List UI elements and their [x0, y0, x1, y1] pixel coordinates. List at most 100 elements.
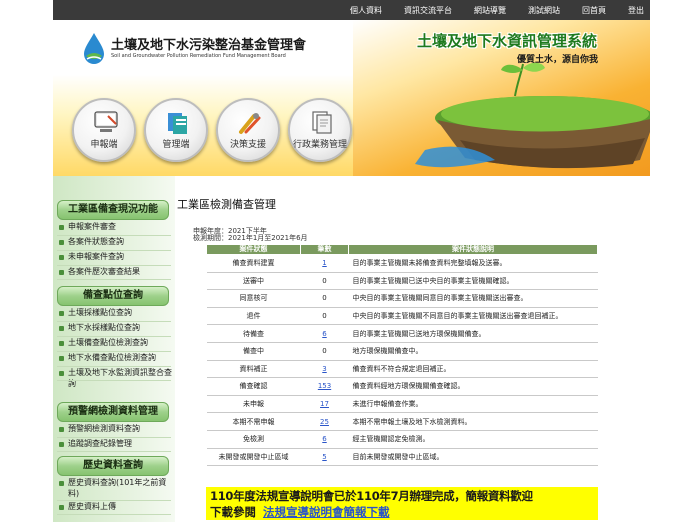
sidebar-item-label: 預警網檢測資料查詢 [68, 424, 140, 433]
sidebar-item[interactable]: 地下水採樣點位查詢 [59, 323, 175, 334]
sidebar-item-label: 歷史資料查詢(101年之前資料) [68, 478, 167, 498]
sidebar-section-header: 預警網檢測資料管理 [57, 402, 169, 422]
table-row: 備查中 0 地方環保機關備查中。 [206, 342, 598, 361]
administrative-management-button[interactable]: 行政業務管理 [288, 98, 352, 162]
inspection-period: 檢測期間：2021年1月至2021年6月 [193, 234, 308, 242]
top-nav-link[interactable]: 登出 [628, 5, 644, 16]
bullet-icon [59, 370, 64, 376]
logo-drop-icon [84, 33, 104, 64]
table-row: 備查資料建置 1 目的事業主管機關未將備查資料完整填報及送審。 [206, 254, 598, 273]
sidebar-item-label: 土壤及地下水監測資訊整合查詢 [68, 368, 172, 388]
sidebar-item[interactable]: 未申報案件查詢 [59, 252, 175, 263]
sidebar-item[interactable]: 土壤採樣點位查詢 [59, 308, 175, 319]
description-cell: 地方環保機關備查中。 [348, 342, 598, 361]
sidebar-item-label: 未申報案件查詢 [68, 252, 124, 261]
table-row: 免檢測 6 經主管機關認定免檢測。 [206, 430, 598, 449]
sidebar-item[interactable]: 土壤及地下水監測資訊整合查詢 [59, 368, 175, 389]
count-cell: 6 [300, 430, 349, 449]
description-cell: 目的事業主管機關已送中央目的事業主管機關確認。 [348, 272, 598, 291]
sidebar-divider [57, 437, 171, 438]
bullet-icon [59, 239, 64, 245]
status-cell: 免檢測 [206, 430, 301, 449]
sidebar-item[interactable]: 各案件狀態查詢 [59, 237, 175, 248]
system-slogan: 優質土水，源自你我 [517, 55, 599, 65]
description-cell: 目的事業主管機關已送地方環保機關備查。 [348, 324, 598, 343]
count-cell: 0 [300, 289, 349, 308]
table-header-row: 案件狀態 筆數 案件狀態說明 [206, 244, 598, 255]
management-end-label: 管理端 [162, 140, 190, 150]
status-cell: 資料補正 [206, 360, 301, 379]
count-link[interactable]: 17 [320, 400, 329, 408]
header-banner: 土壤及地下水污染整治基金管理會 Soil and Groundwater Pol… [53, 20, 650, 176]
briefing-download-link[interactable]: 法規宣導說明會簡報下載 [263, 505, 390, 519]
count-link[interactable]: 6 [322, 330, 326, 338]
top-nav-link[interactable]: 資訊交流平台 [404, 5, 452, 16]
count-cell: 1 [300, 254, 349, 273]
status-cell: 同意核可 [206, 289, 301, 308]
bullet-icon [59, 480, 64, 486]
count-link[interactable]: 25 [320, 418, 329, 426]
sidebar-item-label: 土壤備查點位檢測查詢 [68, 338, 148, 347]
case-status-table: 案件狀態 筆數 案件狀態說明 備查資料建置 1 目的事業主管機關未將備查資料完整填報… [206, 244, 598, 467]
count-cell: 17 [300, 395, 349, 414]
sidebar-section-header: 工業區備查現況功能 [57, 200, 169, 220]
sidebar-item-label: 追蹤調查紀錄管理 [68, 439, 132, 448]
sidebar-item[interactable]: 土壤備查點位檢測查詢 [59, 338, 175, 349]
count-cell: 153 [300, 377, 349, 396]
count-link[interactable]: 5 [322, 453, 326, 461]
description-cell: 未進行申報備查作業。 [348, 395, 598, 414]
sidebar-item[interactable]: 歷史資料查詢(101年之前資料) [59, 478, 175, 499]
header-count: 筆數 [300, 244, 349, 255]
sidebar-divider [57, 279, 171, 280]
declaration-end-button[interactable]: 申報端 [72, 98, 136, 162]
table-row: 資料補正 3 備查資料不符合規定退回補正。 [206, 360, 598, 379]
table-row: 待備查 6 目的事業主管機關已送地方環保機關備查。 [206, 324, 598, 343]
bullet-icon [59, 441, 64, 447]
table-row: 備查確認 153 備查資料經地方環保機關備查確認。 [206, 377, 598, 396]
sidebar: 工業區備查現況功能申報案件審查 各案件狀態查詢 未申報案件查詢各案件歷次審查結果備查… [53, 176, 175, 522]
sidebar-item[interactable]: 地下水備查點位檢測查詢 [59, 353, 175, 364]
top-nav-link[interactable]: 回首頁 [582, 5, 606, 16]
table-row: 同意核可 0 中央目的事業主管機關同意目的事業主管機關送出審查。 [206, 289, 598, 308]
announcement-prefix: 下載參閱 [210, 505, 256, 519]
top-nav-link[interactable]: 個人資料 [350, 5, 382, 16]
announcement-line1: 110年度法規宣導說明會已於110年7月辦理完成，簡報資料歡迎 [210, 489, 533, 503]
org-name-en: Soil and Groundwater Pollution Remediati… [111, 53, 286, 59]
sidebar-item-label: 申報案件審查 [68, 222, 116, 231]
top-nav-link[interactable]: 測試網站 [528, 5, 560, 16]
sidebar-divider [57, 380, 171, 381]
top-nav-link[interactable]: 網站導覽 [474, 5, 506, 16]
sidebar-item[interactable]: 歷史資料上傳 [59, 502, 175, 513]
sidebar-divider [57, 514, 171, 515]
sidebar-item-label: 各案件狀態查詢 [68, 237, 124, 246]
sidebar-divider [57, 265, 171, 266]
description-cell: 目前未開發或開發中止區域。 [348, 448, 598, 467]
decision-support-label: 決策支援 [229, 140, 266, 150]
count-link[interactable]: 1 [322, 259, 326, 267]
decision-support-button[interactable]: 決策支援 [216, 98, 280, 162]
sidebar-item[interactable]: 預警網檢測資料查詢 [59, 424, 175, 435]
sidebar-item[interactable]: 申報案件審查 [59, 222, 175, 233]
status-cell: 送審中 [206, 272, 301, 291]
page-title: 工業區檢測備查管理 [177, 198, 276, 211]
count-link[interactable]: 6 [322, 435, 326, 443]
count-cell: 0 [300, 342, 349, 361]
administrative-management-label: 行政業務管理 [292, 140, 347, 150]
system-title: 土壤及地下水資訊管理系統 [417, 32, 598, 50]
count-link[interactable]: 153 [318, 382, 331, 390]
sidebar-divider [57, 250, 171, 251]
main-content: 工業區檢測備查管理 申報年度：2021下半年 檢測期間：2021年1月至2021… [177, 176, 650, 522]
sidebar-item[interactable]: 追蹤調查紀錄管理 [59, 439, 175, 450]
announcement-line2: 下載參閱 法規宣導說明會簡報下載 [210, 504, 390, 520]
floating-island-image [415, 62, 650, 169]
sidebar-item[interactable]: 各案件歷次審查結果 [59, 267, 175, 278]
bullet-icon [59, 355, 64, 361]
bullet-icon [59, 269, 64, 275]
sidebar-section-header: 備查點位查詢 [57, 286, 169, 306]
sidebar-section-header: 歷史資料查詢 [57, 456, 169, 476]
folders-icon [168, 113, 187, 134]
count-link[interactable]: 3 [322, 365, 326, 373]
management-end-button[interactable]: 管理端 [144, 98, 208, 162]
bullet-icon [59, 426, 64, 432]
bullet-icon [59, 340, 64, 346]
